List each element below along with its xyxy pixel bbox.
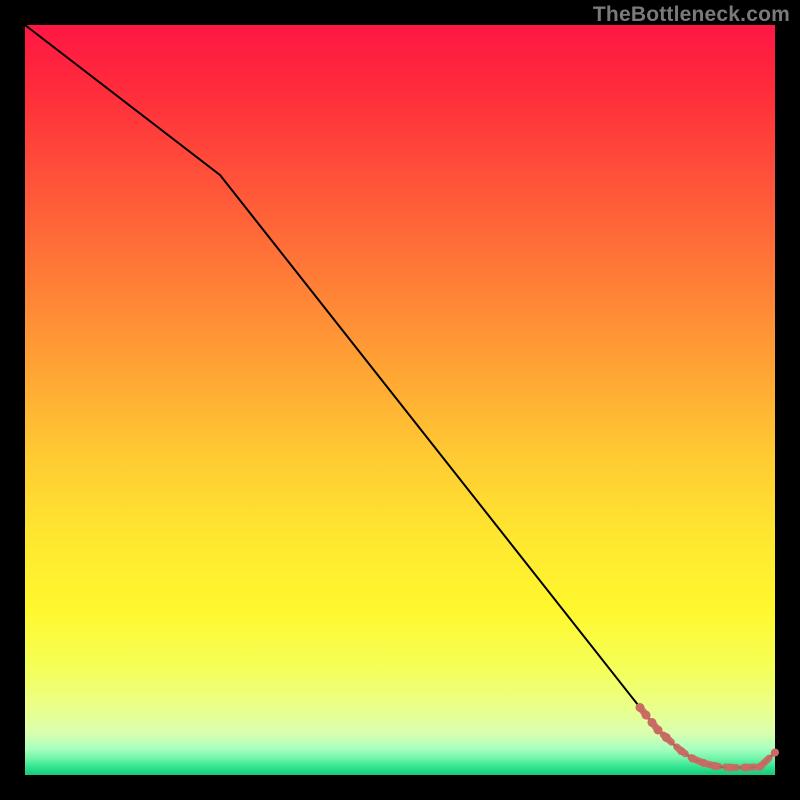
- data-point: [654, 726, 663, 735]
- gradient-background: [25, 25, 775, 775]
- data-point: [636, 703, 645, 712]
- data-point: [662, 733, 671, 742]
- data-point: [648, 718, 657, 727]
- chart-container: TheBottleneck.com: [0, 0, 800, 800]
- data-point: [726, 764, 734, 772]
- data-point: [700, 759, 708, 767]
- bottleneck-chart: [0, 0, 800, 800]
- data-point: [711, 762, 719, 770]
- data-point: [771, 749, 779, 757]
- data-point: [677, 747, 685, 755]
- data-point: [741, 764, 749, 772]
- data-point: [756, 763, 764, 771]
- data-point: [642, 711, 651, 720]
- data-point: [689, 755, 697, 763]
- watermark-text: TheBottleneck.com: [593, 3, 790, 27]
